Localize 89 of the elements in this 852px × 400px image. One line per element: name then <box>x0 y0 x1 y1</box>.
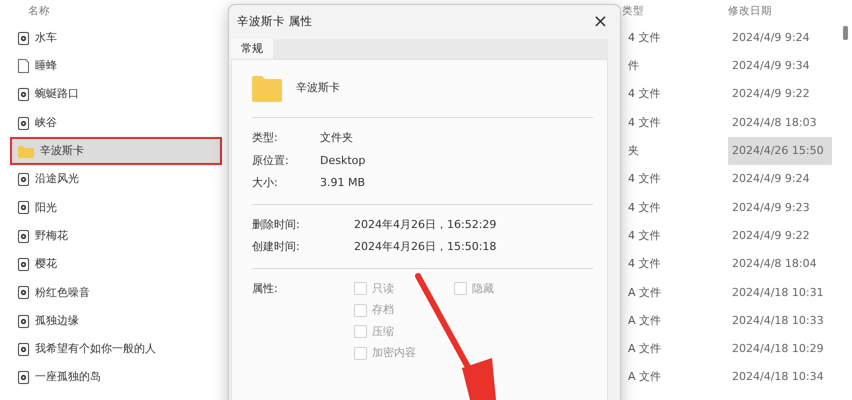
media-file-icon <box>18 116 29 130</box>
property-label: 创建时间: <box>252 239 301 255</box>
folder-icon <box>18 144 34 158</box>
column-header[interactable]: 修改日期 <box>728 4 852 20</box>
checkbox[interactable] <box>454 282 467 296</box>
file-name: 孤独边缘 <box>35 312 79 329</box>
media-file-icon <box>18 371 29 384</box>
file-type: 4 文件 <box>627 228 662 244</box>
checkbox[interactable] <box>354 282 367 296</box>
file-row[interactable]: 峡谷 <box>10 108 222 138</box>
media-file-icon <box>18 32 29 45</box>
file-type: 夹 <box>627 143 640 160</box>
tab[interactable]: 常规 <box>231 39 273 59</box>
file-date: 2024/4/18 10:29 <box>731 341 825 358</box>
attributes-label: 属性: <box>252 280 279 296</box>
file-row[interactable]: 辛波斯卡 <box>10 137 222 166</box>
file-name: 我希望有个如你一般的人 <box>35 341 156 358</box>
file-type: A 文件 <box>627 284 662 301</box>
file-date: 2024/4/8 18:04 <box>731 256 818 272</box>
file-name: 蜿蜒路口 <box>35 86 79 102</box>
file-type: 4 文件 <box>627 200 662 216</box>
document-icon <box>18 59 29 74</box>
file-row[interactable]: 蜿蜒路口 <box>10 80 222 109</box>
file-name: 阳光 <box>35 200 57 216</box>
media-file-icon <box>18 258 29 272</box>
file-name: 峡谷 <box>35 114 57 131</box>
file-date: 2024/4/9 9:24 <box>731 171 811 188</box>
file-row[interactable]: 水车 <box>10 24 222 52</box>
scrollbar-thumb[interactable] <box>843 26 848 40</box>
file-date: 2024/4/9 9:23 <box>731 200 811 216</box>
dialog-title: 辛波斯卡 属性 <box>237 13 313 30</box>
media-file-icon <box>18 201 29 214</box>
file-type: A 文件 <box>627 312 662 329</box>
file-row[interactable]: 阳光 <box>10 194 222 222</box>
column-header[interactable]: 类型 <box>622 4 728 20</box>
file-name: 睡蜂 <box>35 58 57 74</box>
folder-icon <box>252 74 282 102</box>
file-name: 粉红色噪音 <box>35 284 90 301</box>
file-date: 2024/4/9 9:34 <box>731 58 811 74</box>
file-date: 2024/4/9 9:22 <box>731 86 811 102</box>
file-row[interactable]: 樱花 <box>10 250 222 279</box>
file-name: 野梅花 <box>35 228 68 244</box>
file-date: 2024/4/26 15:50 <box>728 137 832 166</box>
file-type: A 文件 <box>627 369 662 386</box>
property-value: 2024年4月26日，16:52:29 <box>354 216 498 232</box>
file-name: 一座孤独的岛 <box>35 369 101 386</box>
property-value: 3.91 MB <box>320 175 366 191</box>
property-label: 类型: <box>252 130 279 146</box>
file-date: 2024/4/8 18:03 <box>731 114 818 131</box>
property-value: 2024年4月26日，15:50:18 <box>354 239 498 255</box>
file-row[interactable]: 一座孤独的岛 <box>10 364 222 392</box>
close-button[interactable]: × <box>588 13 612 31</box>
media-file-icon <box>18 88 29 102</box>
media-file-icon <box>18 286 29 300</box>
file-row[interactable]: 粉红色噪音 <box>10 278 222 307</box>
file-row[interactable]: 我希望有个如你一般的人 <box>10 335 222 364</box>
file-row[interactable]: 孤独边缘 <box>10 306 222 336</box>
property-label: 原位置: <box>252 152 290 168</box>
file-type: 4 文件 <box>627 256 662 272</box>
file-row[interactable]: 睡蜂 <box>10 52 222 81</box>
file-type: 4 文件 <box>627 114 662 131</box>
media-file-icon <box>18 173 29 186</box>
property-value: Desktop <box>320 152 366 168</box>
media-file-icon <box>18 314 29 328</box>
file-type: A 文件 <box>627 341 662 358</box>
folder-name: 辛波斯卡 <box>296 80 340 96</box>
file-row[interactable]: 沿途风光 <box>10 165 222 194</box>
file-date: 2024/4/18 10:31 <box>731 284 825 301</box>
file-type: 件 <box>627 58 640 74</box>
file-type: 4 文件 <box>627 171 662 188</box>
file-name: 樱花 <box>35 256 57 272</box>
property-label: 大小: <box>252 175 279 191</box>
file-name: 水车 <box>35 30 57 46</box>
property-value: 文件夹 <box>320 130 354 146</box>
file-date: 2024/4/18 10:33 <box>731 312 825 329</box>
file-row[interactable]: 野梅花 <box>10 222 222 250</box>
file-type: 4 文件 <box>627 30 662 46</box>
checkbox[interactable] <box>354 304 367 317</box>
file-name: 沿途风光 <box>35 171 79 188</box>
file-date: 2024/4/9 9:22 <box>731 228 811 244</box>
file-date: 2024/4/9 9:24 <box>731 30 811 46</box>
file-name: 辛波斯卡 <box>40 143 84 160</box>
media-file-icon <box>18 230 29 243</box>
checkbox[interactable] <box>354 346 367 360</box>
file-date: 2024/4/18 10:34 <box>731 369 825 386</box>
property-label: 删除时间: <box>252 216 301 232</box>
checkbox[interactable] <box>354 325 367 338</box>
media-file-icon <box>18 342 29 356</box>
file-type: 4 文件 <box>627 86 662 102</box>
